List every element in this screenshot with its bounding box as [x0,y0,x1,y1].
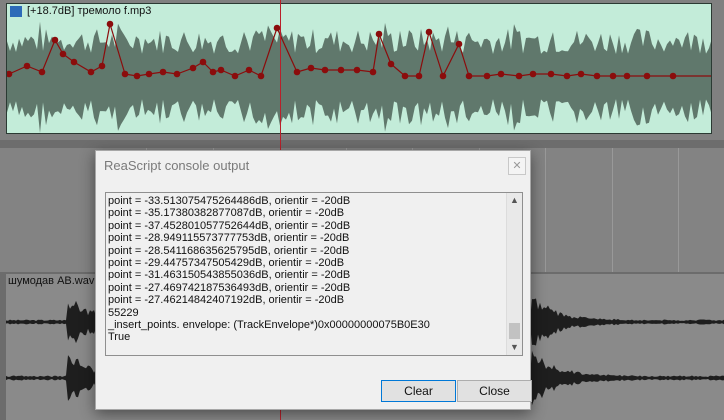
envelope-point[interactable] [38,68,46,76]
envelope-point[interactable] [189,64,197,72]
envelope-point[interactable] [623,72,631,80]
envelope-point[interactable] [231,72,239,80]
envelope-point[interactable] [51,36,59,44]
envelope-point[interactable] [669,72,677,80]
close-button[interactable]: Close [457,380,532,402]
item-label: [+18.7dB] тремоло f.mp3 [7,4,711,19]
envelope-point[interactable] [369,68,377,76]
console-line: point = -37.452801057752644dB, orientir … [108,219,351,232]
reaper-item-icon [10,6,22,17]
envelope-point[interactable] [209,68,217,76]
envelope-point[interactable] [257,72,265,80]
envelope-point[interactable] [465,72,473,80]
console-output[interactable]: point = -33.513075475264486dB, orientir … [105,192,523,356]
envelope-point[interactable] [483,72,491,80]
envelope-point[interactable] [643,72,651,80]
envelope-point[interactable] [59,50,67,58]
envelope-point[interactable] [245,66,253,74]
console-line: point = -31.463150543855036dB, orientir … [108,269,351,282]
clear-button[interactable]: Clear [381,380,456,402]
envelope-point[interactable] [98,62,106,70]
envelope-point[interactable] [497,70,505,78]
reascript-console-dialog: ReaScript console output ✕ point = -33.5… [95,150,532,410]
envelope-point[interactable] [23,62,31,70]
scroll-thumb[interactable] [509,323,520,339]
item-label: шумодав АВ.wav [8,275,95,287]
console-line: point = -29.44757347505429dB, orientir =… [108,257,345,270]
envelope-point[interactable] [593,72,601,80]
console-line: point = -27.469742187536493dB, orientir … [108,281,351,294]
console-line: point = -28.949115573777753dB, orientir … [108,232,350,245]
volume-envelope[interactable] [7,4,712,134]
envelope-point[interactable] [159,68,167,76]
envelope-point[interactable] [401,72,409,80]
envelope-point[interactable] [529,70,537,78]
console-lines: point = -33.513075475264486dB, orientir … [108,195,504,344]
track-1[interactable]: [+18.7dB] тремоло f.mp3 [0,0,724,148]
chevron-up-icon[interactable]: ▲ [507,193,522,208]
console-line: True [108,331,131,344]
scrollbar[interactable]: ▲ ▼ [506,193,522,355]
envelope-point[interactable] [106,20,114,28]
envelope-point[interactable] [199,58,207,66]
envelope-point[interactable] [455,40,463,48]
media-item-tremolo[interactable]: [+18.7dB] тремоло f.mp3 [6,3,712,134]
envelope-point[interactable] [387,60,395,68]
console-line: point = -27.46214842407192dB, orientir =… [108,294,345,307]
envelope-point[interactable] [563,72,571,80]
envelope-point[interactable] [173,70,181,78]
envelope-point[interactable] [293,68,301,76]
envelope-point[interactable] [415,72,423,80]
console-line: point = -35.17380382877087dB, orientir =… [108,207,345,220]
envelope-point[interactable] [87,68,95,76]
envelope-point[interactable] [425,28,433,36]
envelope-point[interactable] [439,72,447,80]
envelope-point[interactable] [133,72,141,80]
console-line: point = -28.541168635625795dB, orientir … [108,244,350,257]
envelope-point[interactable] [121,70,129,78]
envelope-point[interactable] [609,72,617,80]
track-divider[interactable] [0,140,724,148]
close-icon[interactable]: ✕ [508,157,526,175]
envelope-point[interactable] [547,70,555,78]
console-line: _insert_points. envelope: (TrackEnvelope… [108,319,430,332]
chevron-down-icon[interactable]: ▼ [507,340,522,355]
console-line: 55229 [108,306,139,319]
dialog-title: ReaScript console output [104,158,250,173]
envelope-point[interactable] [321,66,329,74]
envelope-point[interactable] [145,70,153,78]
envelope-point[interactable] [515,72,523,80]
envelope-point[interactable] [217,66,225,74]
envelope-point[interactable] [70,58,78,66]
envelope-point[interactable] [353,66,361,74]
envelope-point[interactable] [577,70,585,78]
envelope-point[interactable] [337,66,345,74]
envelope-point[interactable] [375,30,383,38]
envelope-point[interactable] [7,70,13,78]
item-label-text: [+18.7dB] тремоло f.mp3 [27,5,152,17]
envelope-point[interactable] [307,64,315,72]
console-line: point = -33.513075475264486dB, orientir … [108,195,351,207]
